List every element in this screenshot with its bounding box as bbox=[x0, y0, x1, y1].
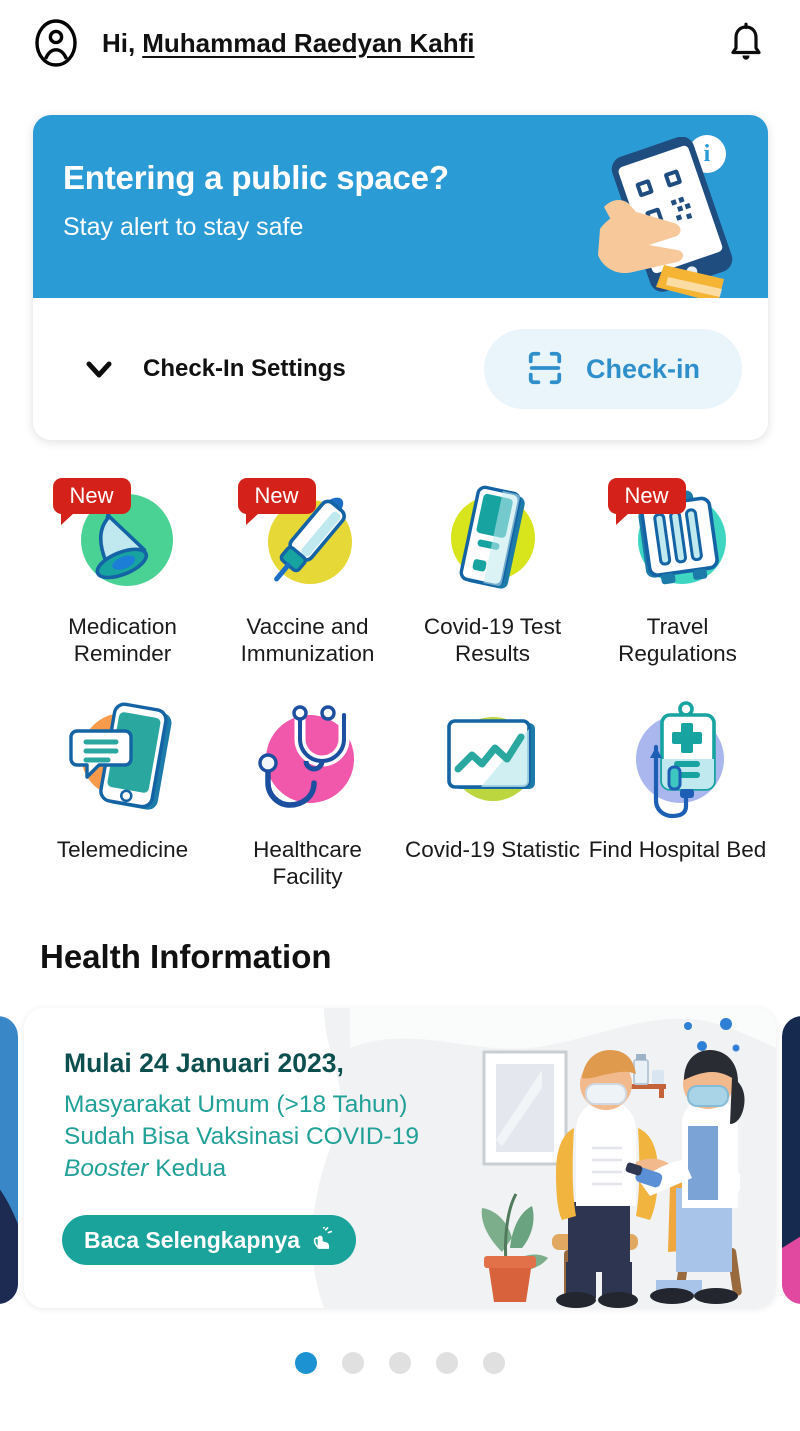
card-body-line-3-italic: Booster bbox=[64, 1155, 149, 1183]
card-body: Masyarakat Umum (>18 Tahun) Sudah Bisa V… bbox=[64, 1089, 464, 1185]
tile-artwork: New bbox=[52, 470, 191, 606]
tap-hand-icon bbox=[310, 1225, 334, 1254]
carousel-dot-4[interactable] bbox=[436, 1352, 458, 1374]
feature-tile-vaccine-immunization[interactable]: New Vaccine and Immunization bbox=[215, 470, 400, 667]
feature-tile-medication-reminder[interactable]: New Medication Reminder bbox=[30, 470, 215, 667]
checkin-card: Entering a public space? Stay alert to s… bbox=[33, 115, 768, 440]
app-header: Hi, Muhammad Raedyan Kahfi bbox=[0, 0, 800, 86]
carousel-dot-1[interactable] bbox=[295, 1352, 317, 1374]
carousel-pagination bbox=[0, 1352, 800, 1374]
tile-artwork bbox=[55, 693, 191, 829]
public-space-banner: Entering a public space? Stay alert to s… bbox=[33, 115, 768, 298]
feature-tile-travel-regulations[interactable]: New Travel Regulations bbox=[585, 470, 770, 667]
carousel-prev-card-peek[interactable] bbox=[0, 1016, 18, 1304]
carousel-dot-3[interactable] bbox=[389, 1352, 411, 1374]
greeting: Hi, Muhammad Raedyan Kahfi bbox=[102, 28, 475, 59]
tile-artwork bbox=[425, 693, 561, 829]
feature-tile-label: Covid-19 Statistic bbox=[404, 837, 581, 863]
feature-tile-telemedicine[interactable]: Telemedicine bbox=[30, 693, 215, 890]
new-badge: New bbox=[237, 478, 316, 526]
card-headline: Mulai 24 Januari 2023, bbox=[64, 1048, 344, 1078]
user-name[interactable]: Muhammad Raedyan Kahfi bbox=[142, 28, 474, 59]
feature-tile-healthcare-facility[interactable]: Healthcare Facility bbox=[215, 693, 400, 890]
feature-tile-find-hospital-bed[interactable]: Find Hospital Bed bbox=[585, 693, 770, 890]
feature-tile-label: Vaccine and Immunization bbox=[240, 614, 375, 666]
feature-tile-label: Travel Regulations bbox=[618, 614, 737, 666]
page-title-health-information: Health Information bbox=[40, 938, 332, 975]
read-more-button[interactable]: Baca Selengkapnya bbox=[62, 1215, 357, 1265]
check-in-button-label: Check-in bbox=[585, 353, 700, 384]
nurse-vaccinating-patient-illustration bbox=[440, 1012, 770, 1308]
carousel-dot-2[interactable] bbox=[342, 1352, 364, 1374]
phone-chat-icon bbox=[68, 702, 171, 810]
checkin-settings-label[interactable]: Check-In Settings bbox=[143, 355, 346, 383]
card-body-line-2: Sudah Bisa Vaksinasi COVID-19 bbox=[64, 1123, 419, 1151]
tile-artwork bbox=[425, 470, 561, 606]
test-kit-icon bbox=[450, 485, 535, 589]
bell-icon[interactable] bbox=[726, 21, 766, 65]
app-root: Hi, Muhammad Raedyan Kahfi Entering a pu… bbox=[0, 0, 800, 1431]
tile-artwork: New bbox=[237, 470, 376, 606]
iv-bag-icon bbox=[635, 701, 724, 819]
chart-screen-icon bbox=[446, 717, 535, 802]
card-body-line-1: Masyarakat Umum (>18 Tahun) bbox=[64, 1091, 408, 1118]
card-body-line-3: Booster Kedua bbox=[64, 1153, 464, 1185]
feature-grid: New Medication Reminder New Vaccine and … bbox=[30, 470, 770, 890]
tile-artwork bbox=[240, 693, 376, 829]
greeting-prefix: Hi, bbox=[102, 27, 136, 58]
chevron-down-icon[interactable] bbox=[83, 353, 115, 385]
feature-tile-label: Find Hospital Bed bbox=[588, 837, 767, 863]
account-circle-icon[interactable] bbox=[32, 19, 80, 67]
carousel-next-card-peek[interactable] bbox=[782, 1016, 800, 1304]
stethoscope-icon bbox=[257, 705, 354, 808]
feature-tile-label: Covid-19 Test Results bbox=[423, 614, 562, 666]
read-more-label: Baca Selengkapnya bbox=[84, 1226, 301, 1253]
card-text-block: Mulai 24 Januari 2023, Masyarakat Umum (… bbox=[64, 1048, 464, 1185]
checkin-settings-row: Check-In Settings Check-in bbox=[33, 298, 768, 440]
tile-artwork bbox=[610, 693, 746, 829]
feature-tile-label: Telemedicine bbox=[56, 837, 189, 863]
feature-tile-label: Medication Reminder bbox=[68, 614, 177, 666]
feature-tile-covid-test-results[interactable]: Covid-19 Test Results bbox=[400, 470, 585, 667]
new-badge: New bbox=[52, 478, 131, 526]
tile-artwork: New bbox=[607, 470, 746, 606]
scan-frame-icon bbox=[526, 349, 564, 390]
feature-tile-label: Healthcare Facility bbox=[253, 837, 362, 889]
carousel-dot-5[interactable] bbox=[483, 1352, 505, 1374]
hand-holding-phone-qr-scan-illustration bbox=[568, 136, 768, 298]
check-in-button[interactable]: Check-in bbox=[483, 329, 742, 409]
card-body-line-3-rest: Kedua bbox=[148, 1155, 227, 1183]
feature-tile-covid-statistic[interactable]: Covid-19 Statistic bbox=[400, 693, 585, 890]
new-badge: New bbox=[607, 478, 686, 526]
